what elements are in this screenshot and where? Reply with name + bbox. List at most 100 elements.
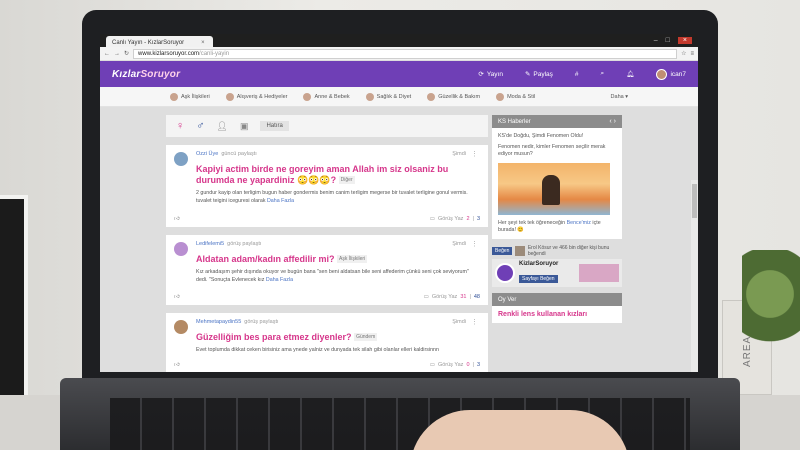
browser-titlebar: Canlı Yayın - KızlarSoruyor × – □ × xyxy=(100,34,698,47)
star-icon[interactable]: ☆ xyxy=(681,50,686,57)
card-username[interactable]: Ledifelemi5 xyxy=(196,241,224,247)
more-options-icon[interactable]: ⋮ xyxy=(471,240,478,248)
write-opinion-link[interactable]: Görüş Yaz xyxy=(438,362,463,368)
user-avatar[interactable] xyxy=(174,242,188,256)
window-controls: – □ × xyxy=(654,37,692,44)
read-more-link[interactable]: Daha Fazla xyxy=(266,277,293,283)
news-header: KS Haberler ‹ › xyxy=(492,115,622,128)
news-line-1: KS'de Doğdu, Şimdi Fenomen Oldu! xyxy=(498,133,584,139)
user-avatar[interactable] xyxy=(174,320,188,334)
topic-item[interactable]: Moda & Stil xyxy=(496,92,535,101)
menu-icon[interactable]: ≡ xyxy=(690,51,694,57)
more-options-icon[interactable]: ⋮ xyxy=(471,318,478,326)
facebook-like-text: Erol Kösur ve 466 bin diğer kişi bunu be… xyxy=(527,244,610,257)
notifications-button[interactable]: 🔔︎ xyxy=(626,70,634,78)
topic-item[interactable]: Aşk İlişkileri xyxy=(170,92,210,101)
topic-label: Sağlık & Diyet xyxy=(376,93,412,100)
box-filter-icon[interactable]: ▣ xyxy=(240,121,249,132)
user-filter-icon[interactable]: 👤︎ xyxy=(217,121,228,132)
more-topics-button[interactable]: Daha ▾ xyxy=(611,94,628,100)
card-action: güncü paylaştı xyxy=(221,151,257,157)
card-action: görüş paylaştı xyxy=(227,241,262,247)
card-meta: Ozzi Üye güncü paylaştı xyxy=(196,151,480,157)
card-body-text: Kız arkadaşım şehir dışında okuyor ve bu… xyxy=(196,269,469,283)
poll-header: Oy Ver xyxy=(492,293,622,306)
topic-item[interactable]: Sağlık & Diyet xyxy=(365,92,412,101)
news-image[interactable] xyxy=(498,163,610,215)
male-filter-icon[interactable]: ♂ xyxy=(196,120,204,132)
poll-question[interactable]: Renkli lens kullanan kızları xyxy=(492,306,622,323)
search-icon: ⌕ xyxy=(600,70,605,77)
maximize-icon[interactable]: □ xyxy=(666,37,670,44)
plant xyxy=(742,250,800,360)
card-username[interactable]: Ozzi Üye xyxy=(196,151,218,157)
share-button[interactable]: ✎ Paylaş xyxy=(524,70,553,79)
card-tag[interactable]: Gündem xyxy=(354,333,378,342)
reload-icon[interactable]: ↻ xyxy=(124,50,129,57)
male-count: 48 xyxy=(473,294,480,300)
topic-item[interactable]: Alışveriş & Hediyeler xyxy=(225,92,288,101)
card-tag[interactable]: Aşk İlişkileri xyxy=(337,255,368,264)
brand-logo[interactable] xyxy=(495,263,515,283)
topic-bar: Aşk İlişkileri Alışveriş & Hediyeler Ann… xyxy=(100,87,698,107)
browser-tab[interactable]: Canlı Yayın - KızlarSoruyor × xyxy=(106,36,213,47)
read-more-link[interactable]: Daha Fazla xyxy=(267,198,294,204)
hatira-chip[interactable]: Hatıra xyxy=(260,121,289,131)
facebook-like-button[interactable]: Beğen xyxy=(492,246,513,255)
card-title[interactable]: Güzelliğim bes para etmez diyenler? Günd… xyxy=(196,332,480,343)
poll-box: Oy Ver Renkli lens kullanan kızları xyxy=(492,293,622,323)
feed: ♀ ♂ 👤︎ ▣ Hatıra Ozzi Üye güncü paylaştı Ş… xyxy=(166,115,488,372)
topic-item[interactable]: Güzellik & Bakım xyxy=(427,92,480,101)
site-logo[interactable]: KızlarSoruyor xyxy=(112,69,180,80)
more-options-icon[interactable]: ⋮ xyxy=(471,150,478,158)
topic-item[interactable]: Anne & Bebek xyxy=(303,92,350,101)
avatar xyxy=(656,68,668,80)
write-opinion-link[interactable]: Görüş Yaz xyxy=(438,216,463,222)
like-icon[interactable]: 👍︎ xyxy=(174,216,180,222)
topic-label: Anne & Bebek xyxy=(314,93,350,100)
bence-link[interactable]: Bence'miz xyxy=(567,220,591,226)
hashtag-button[interactable]: # xyxy=(575,71,579,78)
live-button[interactable]: ⟳ Yayın xyxy=(478,70,503,79)
share-label: Paylaş xyxy=(533,70,553,78)
like-icon[interactable]: 👍︎ xyxy=(174,294,180,300)
comment-icon[interactable]: ▭ xyxy=(430,216,435,222)
female-filter-icon[interactable]: ♀ xyxy=(176,120,184,132)
facebook-like-row: Beğen Erol Kösur ve 466 bin diğer kişi b… xyxy=(492,244,622,257)
female-count: 0 xyxy=(466,362,470,368)
scrollbar-thumb[interactable] xyxy=(692,184,697,218)
feed-card: Ledifelemi5 görüş paylaştı Şimdi ⋮ Aldata… xyxy=(166,235,488,305)
card-footer: 👍︎ ▭ Görüş Yaz 31 | 48 xyxy=(174,294,480,300)
topic-label: Alışveriş & Hediyeler xyxy=(236,93,288,100)
page-scrollbar[interactable] xyxy=(691,180,698,372)
user-menu[interactable]: ican7 xyxy=(656,68,686,80)
url-input[interactable]: www.kizlarsoruyor.com/canli-yayin xyxy=(133,48,678,59)
card-username[interactable]: Mehmetapaydin55 xyxy=(196,319,241,325)
card-time: Şimdi xyxy=(452,151,466,157)
topic-icon xyxy=(225,92,234,101)
card-title[interactable]: Kapiyi actim birde ne goreyim aman Allah… xyxy=(196,164,480,186)
topic-icon xyxy=(170,92,178,101)
comment-icon[interactable]: ▭ xyxy=(430,362,435,368)
close-tab-icon[interactable]: × xyxy=(201,40,205,46)
card-title[interactable]: Aldatan adam/kadın affedilir mi? Aşk İli… xyxy=(196,254,480,265)
write-opinion-link[interactable]: Görüş Yaz xyxy=(432,294,457,300)
back-icon[interactable]: ← xyxy=(104,51,110,57)
url-host: www.kizlarsoruyor.com xyxy=(138,50,200,57)
close-window-icon[interactable]: × xyxy=(677,37,692,44)
comment-icon[interactable]: ▭ xyxy=(424,294,429,300)
news-content: KS'de Doğdu, Şimdi Fenomen Oldu! Fenomen… xyxy=(492,128,622,239)
card-tag[interactable]: Diğer xyxy=(338,176,355,185)
search-button[interactable]: ⌕ xyxy=(601,70,605,78)
hand xyxy=(410,410,630,450)
minimize-icon[interactable]: – xyxy=(654,37,658,44)
like-icon[interactable]: 👍︎ xyxy=(174,362,180,368)
pencil-icon: ✎ xyxy=(524,71,531,78)
page-like-button[interactable]: Sayfayı Beğen xyxy=(519,275,558,283)
forward-icon[interactable]: → xyxy=(114,51,120,57)
filter-bar: ♀ ♂ 👤︎ ▣ Hatıra xyxy=(166,115,488,137)
carousel-arrows-icon[interactable]: ‹ › xyxy=(609,118,616,125)
brand-page-box: KizlarSoruyor Sayfayı Beğen xyxy=(492,259,622,287)
user-avatar[interactable] xyxy=(174,152,188,166)
card-meta: Ledifelemi5 görüş paylaştı xyxy=(196,241,480,247)
